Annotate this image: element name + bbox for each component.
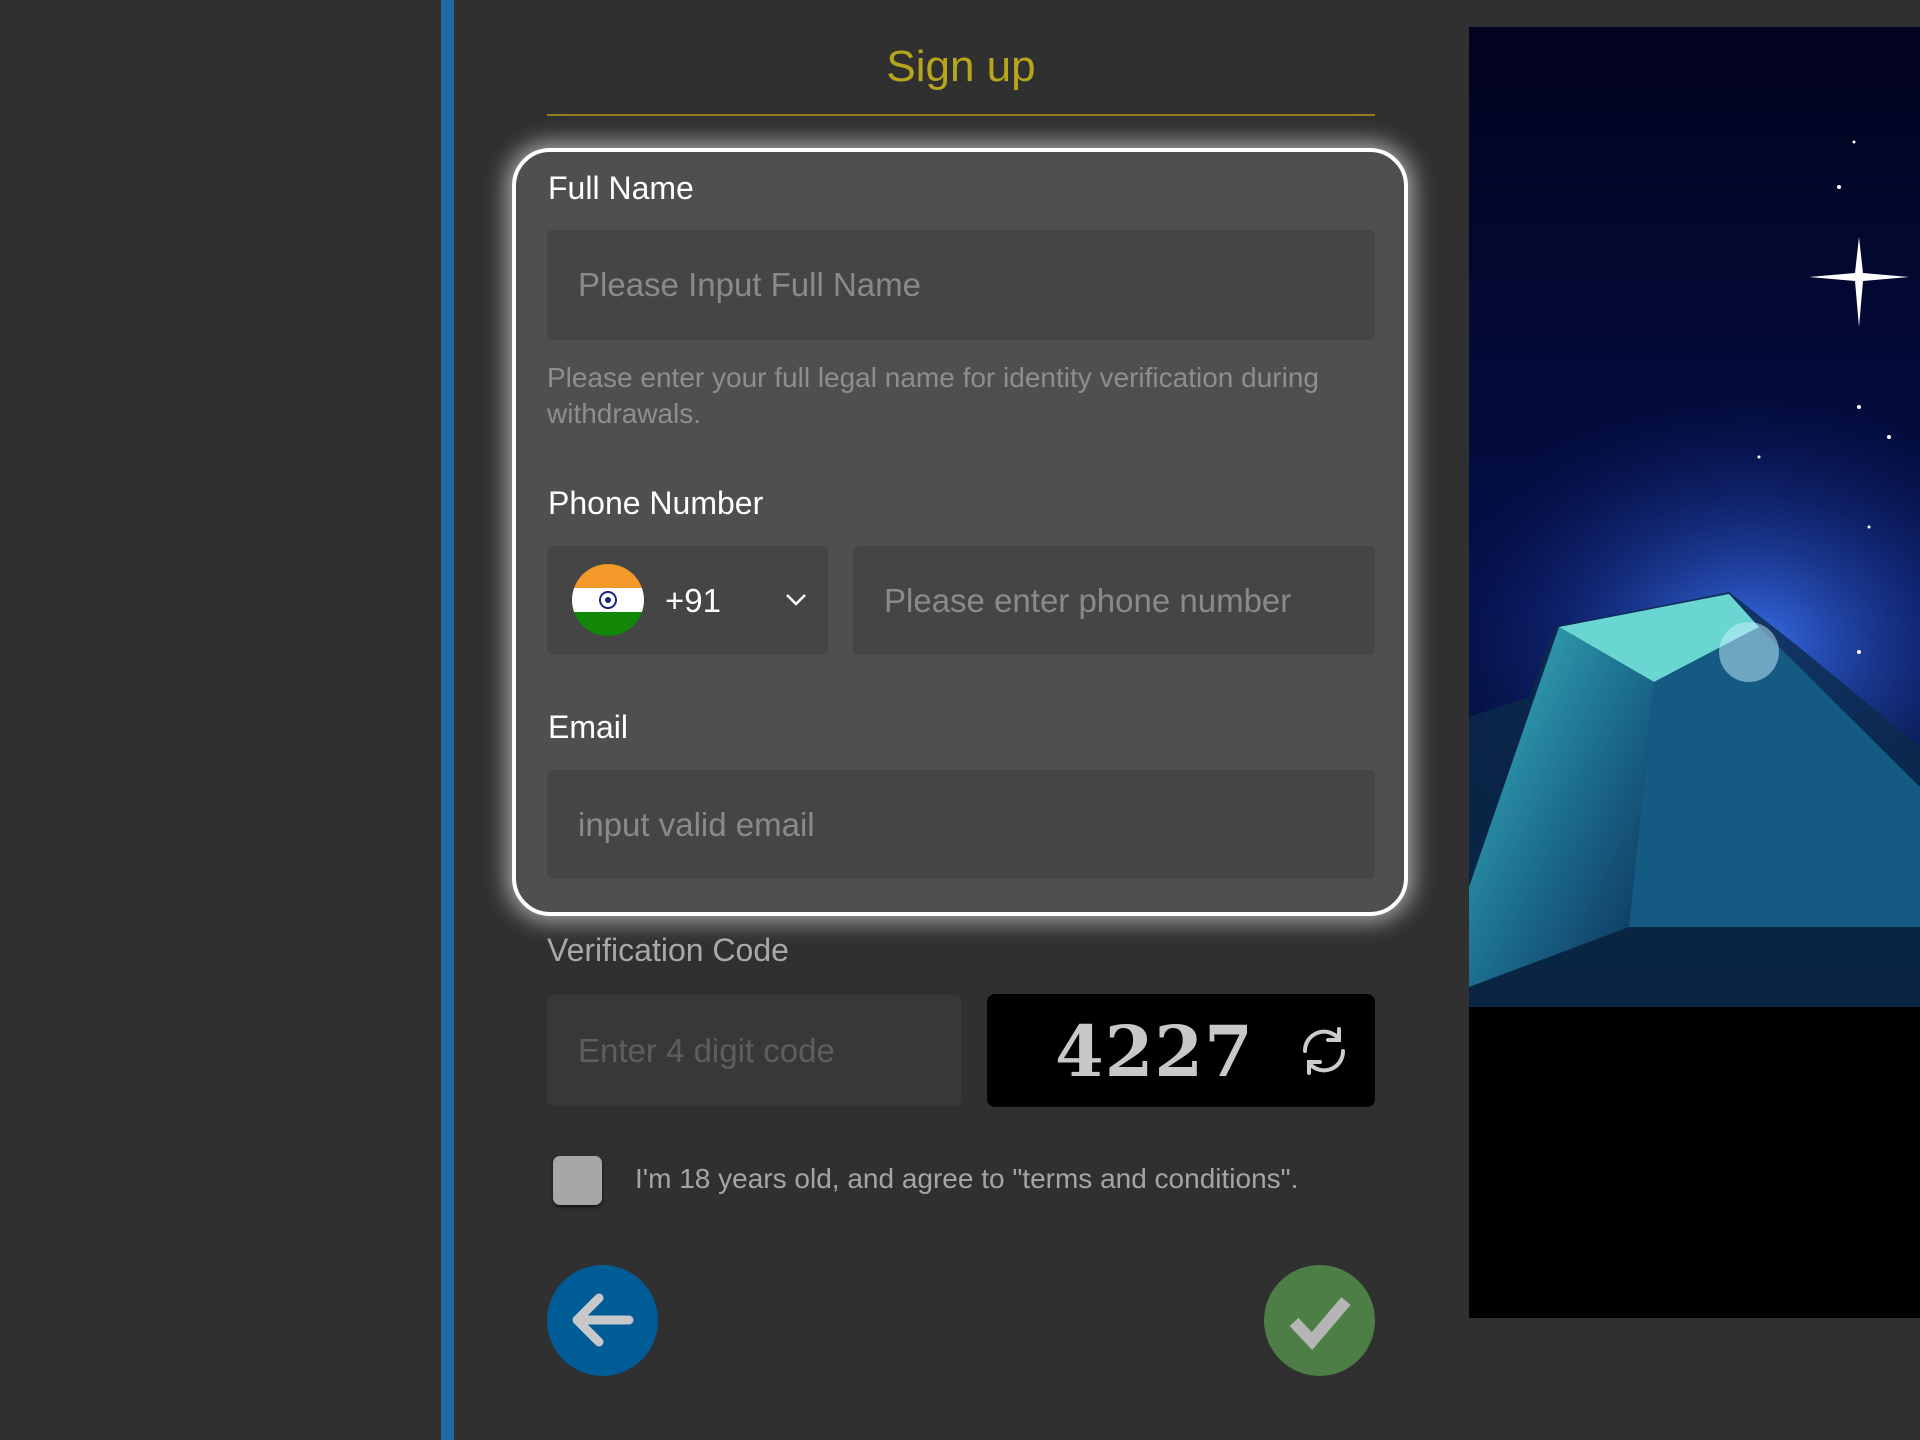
agree-terms-text: I'm 18 years old, and agree to "terms an… [635, 1163, 1299, 1194]
submit-button[interactable] [1264, 1265, 1375, 1376]
side-divider [441, 0, 454, 1440]
verification-code-input[interactable] [547, 995, 961, 1106]
promo-image [1469, 27, 1920, 1318]
email-input[interactable] [547, 770, 1375, 879]
refresh-icon[interactable] [1297, 1024, 1351, 1083]
full-name-label: Full Name [548, 170, 694, 206]
full-name-input[interactable] [547, 230, 1375, 340]
chevron-down-icon [783, 586, 809, 617]
full-name-help-text: Please enter your full legal name for id… [547, 362, 1319, 429]
verification-code-label: Verification Code [547, 932, 789, 968]
page-title: Sign up [886, 42, 1036, 91]
title-divider [547, 114, 1375, 116]
country-code-value: +91 [665, 582, 721, 619]
back-button[interactable] [547, 1265, 658, 1376]
captcha-code: 4227 [1055, 1010, 1254, 1093]
captcha-image: 4227 [987, 994, 1375, 1107]
agree-checkbox[interactable] [553, 1156, 602, 1205]
india-flag-icon [572, 564, 644, 636]
email-label: Email [548, 709, 629, 745]
check-icon [1289, 1297, 1351, 1350]
country-code-select[interactable]: +91 [547, 546, 828, 655]
phone-input[interactable] [853, 546, 1375, 655]
phone-label: Phone Number [548, 485, 764, 521]
arrow-left-icon [572, 1293, 634, 1347]
